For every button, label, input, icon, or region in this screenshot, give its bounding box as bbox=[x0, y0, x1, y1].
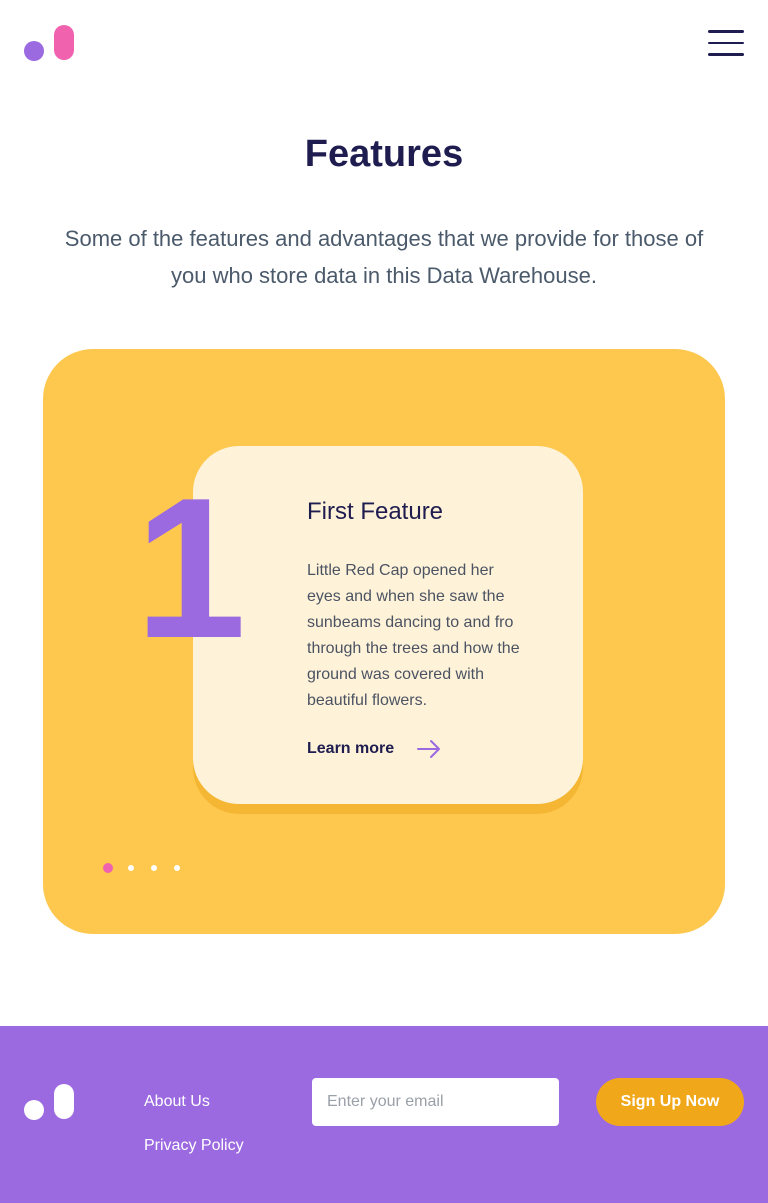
page-subtitle: Some of the features and advantages that… bbox=[64, 226, 704, 288]
feature-carousel: First Feature Little Red Cap opened her … bbox=[43, 349, 725, 934]
carousel-dot-3[interactable] bbox=[151, 865, 157, 871]
feature-card-text: Little Red Cap opened her eyes and when … bbox=[307, 562, 520, 709]
logo-dot bbox=[24, 1100, 44, 1120]
carousel-dot-1[interactable] bbox=[103, 863, 113, 873]
feature-card-title: First Feature bbox=[307, 498, 444, 525]
page-title: Features bbox=[304, 133, 464, 175]
slide-number: 1 bbox=[135, 457, 246, 680]
sign-up-button[interactable]: Sign Up Now bbox=[596, 1078, 744, 1126]
learn-more-link[interactable]: Learn more bbox=[307, 739, 442, 759]
footer-link-about-us[interactable]: About Us bbox=[144, 1093, 210, 1111]
logo-dot bbox=[24, 41, 44, 61]
brand-logo-icon[interactable] bbox=[24, 25, 74, 61]
arrow-right-icon bbox=[417, 740, 441, 758]
feature-card: First Feature Little Red Cap opened her … bbox=[193, 446, 583, 804]
email-input[interactable] bbox=[312, 1078, 559, 1126]
learn-more-label: Learn more bbox=[307, 740, 395, 757]
brand-logo-icon[interactable] bbox=[24, 1084, 74, 1120]
hamburger-menu-icon[interactable] bbox=[708, 30, 744, 56]
menu-line bbox=[708, 53, 744, 56]
footer: About Us Privacy Policy Sign Up Now bbox=[0, 1026, 768, 1203]
carousel-dot-2[interactable] bbox=[128, 865, 134, 871]
menu-line bbox=[708, 41, 744, 44]
logo-bar bbox=[54, 1084, 74, 1119]
logo-bar bbox=[54, 25, 74, 60]
footer-link-privacy-policy[interactable]: Privacy Policy bbox=[144, 1137, 244, 1155]
carousel-pagination bbox=[103, 863, 197, 873]
carousel-dot-4[interactable] bbox=[174, 865, 180, 871]
menu-line bbox=[708, 30, 744, 33]
